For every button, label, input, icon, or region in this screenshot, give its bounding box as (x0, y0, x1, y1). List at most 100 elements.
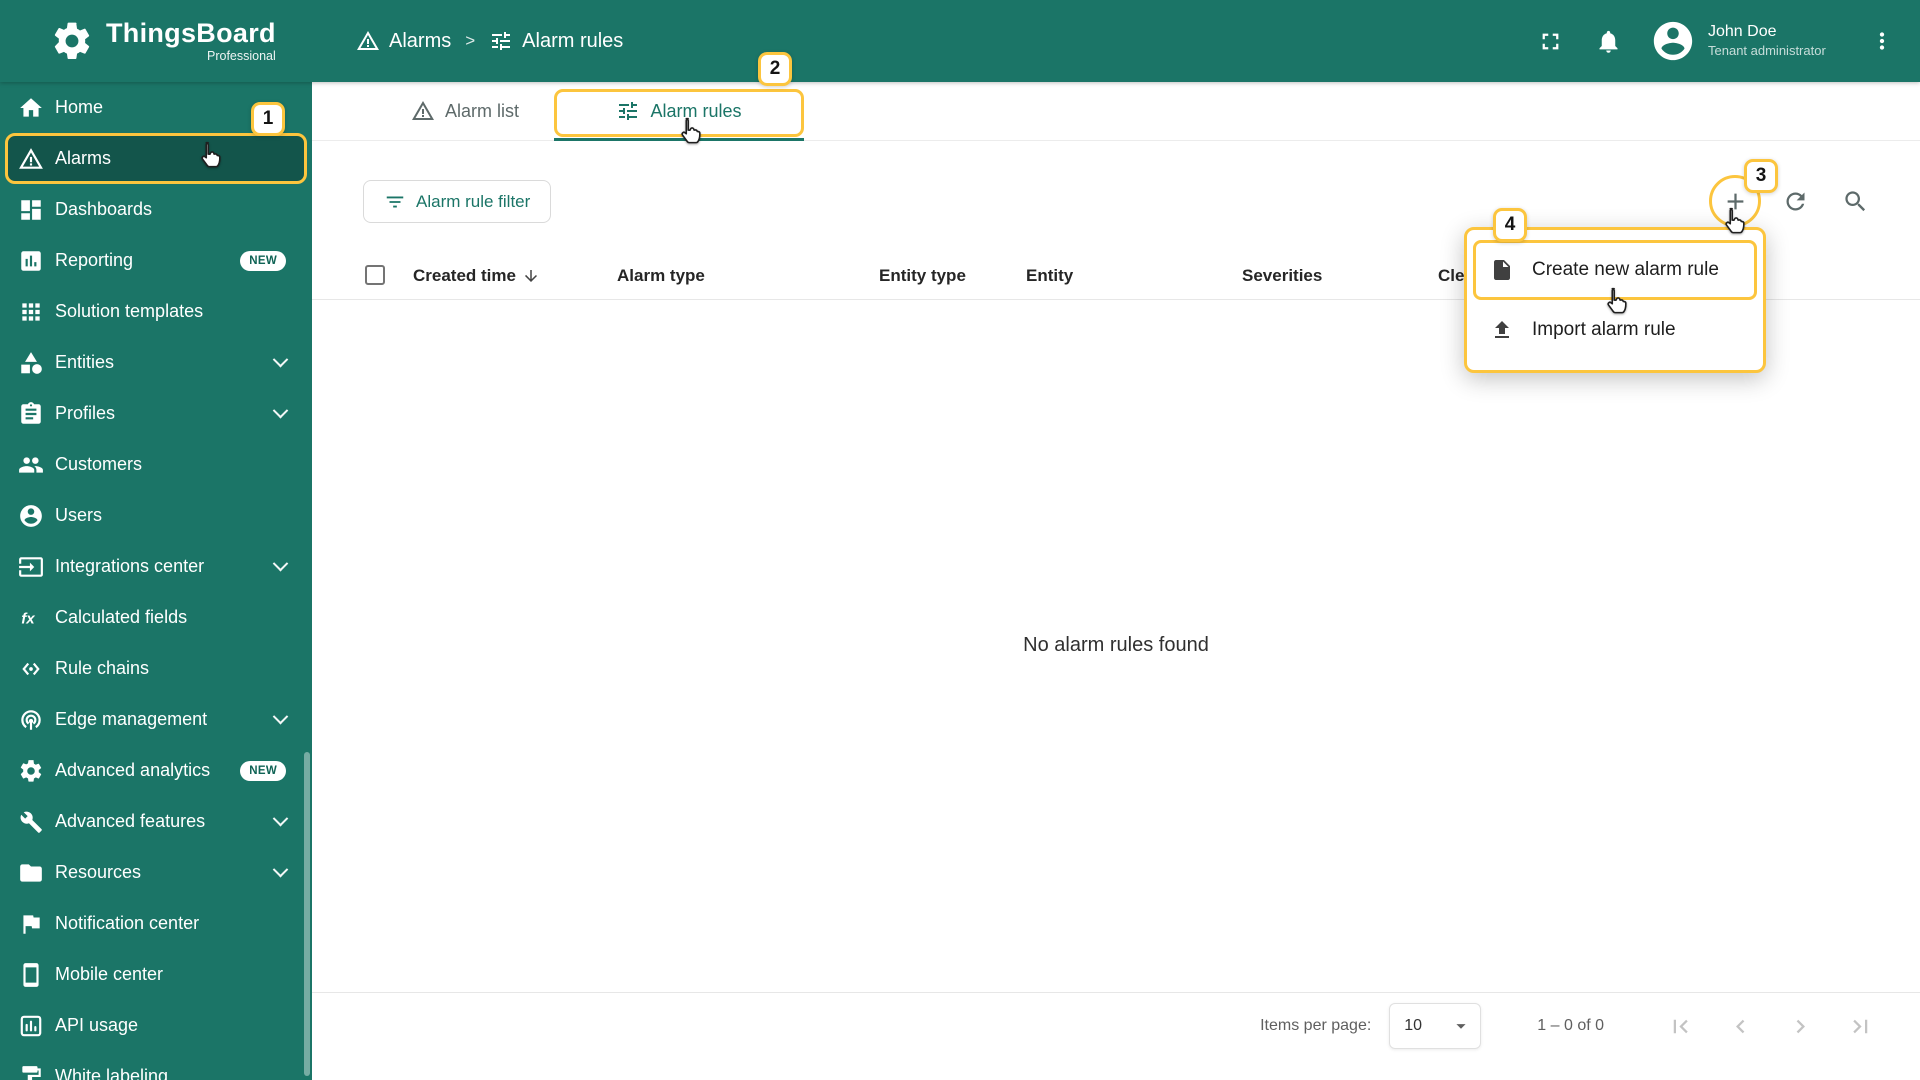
column-header-entity[interactable]: Entity (1026, 251, 1073, 300)
fx-icon: fx (18, 605, 44, 631)
sidebar-item-calculated-fields[interactable]: fx Calculated fields (0, 592, 312, 643)
sidebar-item-customers[interactable]: Customers (0, 439, 312, 490)
first-page-button[interactable] (1660, 1006, 1700, 1046)
annotation-badge-3: 3 (1744, 159, 1778, 193)
sidebar-item-users[interactable]: Users (0, 490, 312, 541)
white-label-icon (18, 1064, 44, 1080)
top-header: ThingsBoard Professional Alarms > Alarm … (0, 0, 1920, 82)
home-icon (18, 95, 44, 121)
chevron-down-icon (272, 810, 289, 827)
breadcrumb-label: Alarms (389, 29, 452, 52)
items-per-page-select[interactable]: 10 (1389, 1003, 1482, 1049)
fullscreen-icon (1537, 28, 1564, 55)
search-button[interactable] (1833, 179, 1877, 223)
sidebar-item-dashboards[interactable]: Dashboards (0, 184, 312, 235)
breadcrumb-alarms[interactable]: Alarms (356, 29, 451, 53)
notifications-button[interactable] (1586, 19, 1630, 63)
column-header-severities[interactable]: Severities (1242, 251, 1322, 300)
items-per-page-label: Items per page: (1260, 1017, 1372, 1034)
sidebar-item-white-labeling[interactable]: White labeling (0, 1051, 312, 1080)
breadcrumb: Alarms > Alarm rules (356, 29, 623, 53)
user-menu[interactable]: John Doe Tenant administrator (1708, 22, 1838, 60)
sidebar-item-advanced-features[interactable]: Advanced features (0, 796, 312, 847)
sidebar-item-label: Alarms (55, 148, 112, 168)
sidebar-item-label: Solution templates (55, 301, 204, 321)
breadcrumb-alarm-rules[interactable]: Alarm rules (489, 29, 623, 53)
sidebar-item-label: Entities (55, 352, 115, 372)
app-name: ThingsBoard (106, 18, 276, 49)
avatar[interactable] (1650, 18, 1696, 64)
tab-alarm-rules[interactable]: Alarm rules (554, 82, 804, 141)
sidebar-item-entities[interactable]: Entities (0, 337, 312, 388)
sidebar-item-label: Users (55, 505, 103, 525)
pager (1660, 1003, 1880, 1049)
sidebar-item-label: Profiles (55, 403, 116, 423)
sidebar-item-rule-chains[interactable]: Rule chains (0, 643, 312, 694)
search-icon (1842, 188, 1869, 215)
sidebar: Home Alarms Dashboards Reporting NEW Solution… (0, 82, 312, 1080)
tab-bar: Alarm list Alarm rules (312, 82, 1920, 141)
column-header-created-time[interactable]: Created time (413, 251, 540, 300)
upload-icon (1490, 318, 1514, 342)
menu-item-label: Create new alarm rule (1532, 259, 1719, 280)
sidebar-item-api-usage[interactable]: API usage (0, 1000, 312, 1051)
filter-button-label: Alarm rule filter (416, 191, 531, 211)
menu-item-import-alarm-rule[interactable]: Import alarm rule (1473, 300, 1757, 360)
analytics-icon (18, 758, 44, 784)
sidebar-item-label: Home (55, 97, 104, 117)
sidebar-item-profiles[interactable]: Profiles (0, 388, 312, 439)
sidebar-scrollbar[interactable] (304, 752, 310, 1076)
filter-icon (384, 191, 406, 213)
column-header-alarm-type[interactable]: Alarm type (617, 251, 705, 300)
sidebar-item-edge-management[interactable]: Edge management (0, 694, 312, 745)
column-header-entity-type[interactable]: Entity type (879, 251, 966, 300)
thingsboard-logo-icon (50, 19, 94, 63)
templates-icon (18, 299, 44, 325)
chevron-right-icon (1787, 1013, 1814, 1040)
column-header-cle[interactable]: Cle (1438, 251, 1464, 300)
tab-alarm-list[interactable]: Alarm list (376, 82, 554, 140)
warning-icon (18, 146, 44, 172)
refresh-button[interactable] (1773, 179, 1817, 223)
table-footer: Items per page: 10 1 – 0 of 0 (312, 992, 1920, 1080)
sidebar-item-notification-center[interactable]: Notification center (0, 898, 312, 949)
breadcrumb-label: Alarm rules (522, 29, 624, 52)
sidebar-item-alarms[interactable]: Alarms (5, 133, 307, 184)
sidebar-item-label: Mobile center (55, 964, 164, 984)
first-page-icon (1667, 1013, 1694, 1040)
last-page-button[interactable] (1840, 1006, 1880, 1046)
sidebar-item-label: Dashboards (55, 199, 153, 219)
more-menu-button[interactable] (1860, 19, 1904, 63)
sidebar-item-label: Edge management (55, 709, 208, 729)
user-role: Tenant administrator (1708, 42, 1826, 58)
sidebar-item-label: Advanced analytics (55, 760, 211, 780)
chevron-down-icon (272, 351, 289, 368)
select-all-checkbox[interactable] (365, 265, 385, 285)
users-icon (18, 503, 44, 529)
sidebar-item-resources[interactable]: Resources (0, 847, 312, 898)
fullscreen-button[interactable] (1528, 19, 1572, 63)
api-icon (18, 1013, 44, 1039)
empty-state-text: No alarm rules found (1023, 634, 1209, 656)
sidebar-item-mobile-center[interactable]: Mobile center (0, 949, 312, 1000)
last-page-icon (1847, 1013, 1874, 1040)
sidebar-item-label: Reporting (55, 250, 134, 270)
app-logo[interactable]: ThingsBoard Professional (0, 19, 312, 63)
previous-page-button[interactable] (1720, 1006, 1760, 1046)
sidebar-item-advanced-analytics[interactable]: Advanced analytics NEW (0, 745, 312, 796)
sidebar-item-label: Rule chains (55, 658, 150, 678)
breadcrumb-separator: > (465, 31, 476, 50)
integrations-icon (18, 554, 44, 580)
annotation-badge-2: 2 (758, 52, 792, 86)
new-badge: NEW (240, 250, 286, 271)
customers-icon (18, 452, 44, 478)
next-page-button[interactable] (1780, 1006, 1820, 1046)
sidebar-item-reporting[interactable]: Reporting NEW (0, 235, 312, 286)
sidebar-item-integrations-center[interactable]: Integrations center (0, 541, 312, 592)
resources-icon (18, 860, 44, 886)
sidebar-item-solution-templates[interactable]: Solution templates (0, 286, 312, 337)
menu-item-create-new-alarm-rule[interactable]: Create new alarm rule (1473, 240, 1757, 300)
alarm-rule-filter-button[interactable]: Alarm rule filter (363, 180, 552, 223)
chevron-down-icon (1450, 1015, 1472, 1037)
chevron-down-icon (272, 555, 289, 572)
